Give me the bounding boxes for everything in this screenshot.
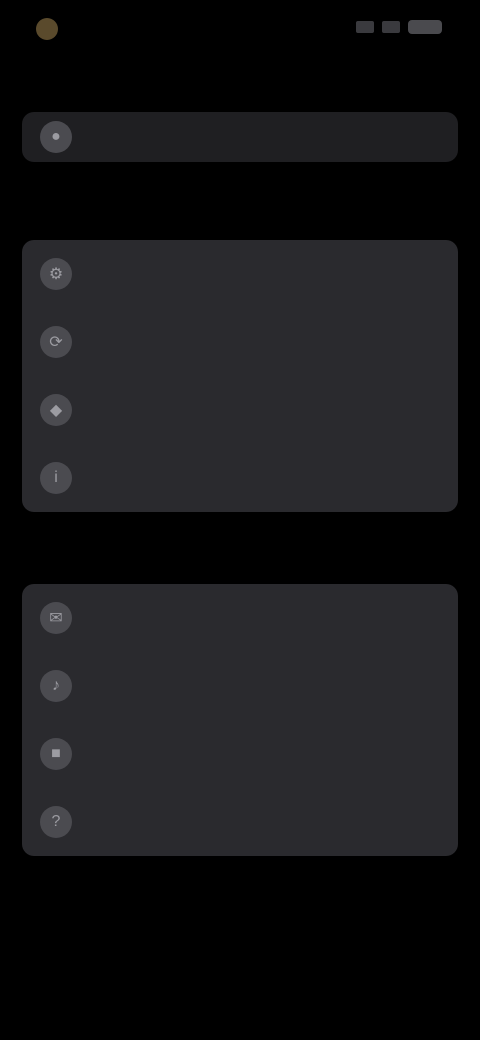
status-left: [36, 18, 66, 40]
wifi-icon: [382, 21, 400, 33]
help-icon: ?: [40, 806, 72, 838]
shield-icon: ◆: [40, 394, 72, 426]
battery-icon: [408, 20, 442, 34]
sync-icon: ⟳: [40, 326, 72, 358]
list-item[interactable]: ⚙: [22, 240, 458, 308]
settings-group-1: ⚙ ⟳ ◆ i: [22, 240, 458, 512]
status-bar: [0, 0, 480, 56]
account-card[interactable]: ●: [22, 112, 458, 162]
list-item[interactable]: ■: [22, 720, 458, 788]
list-item[interactable]: ?: [22, 788, 458, 856]
list-item[interactable]: ⟳: [22, 308, 458, 376]
account-row[interactable]: ●: [22, 112, 458, 162]
list-item[interactable]: ✉: [22, 584, 458, 652]
bell-icon: ♪: [40, 670, 72, 702]
notification-dot-icon: [36, 18, 58, 40]
info-icon: i: [40, 462, 72, 494]
lock-icon: ■: [40, 738, 72, 770]
signal-icon: [356, 21, 374, 33]
settings-icon: ⚙: [40, 258, 72, 290]
status-right: [356, 20, 442, 34]
mail-icon: ✉: [40, 602, 72, 634]
list-item[interactable]: ♪: [22, 652, 458, 720]
account-icon: ●: [40, 121, 72, 153]
list-item[interactable]: ◆: [22, 376, 458, 444]
list-item[interactable]: i: [22, 444, 458, 512]
settings-group-2: ✉ ♪ ■ ?: [22, 584, 458, 856]
